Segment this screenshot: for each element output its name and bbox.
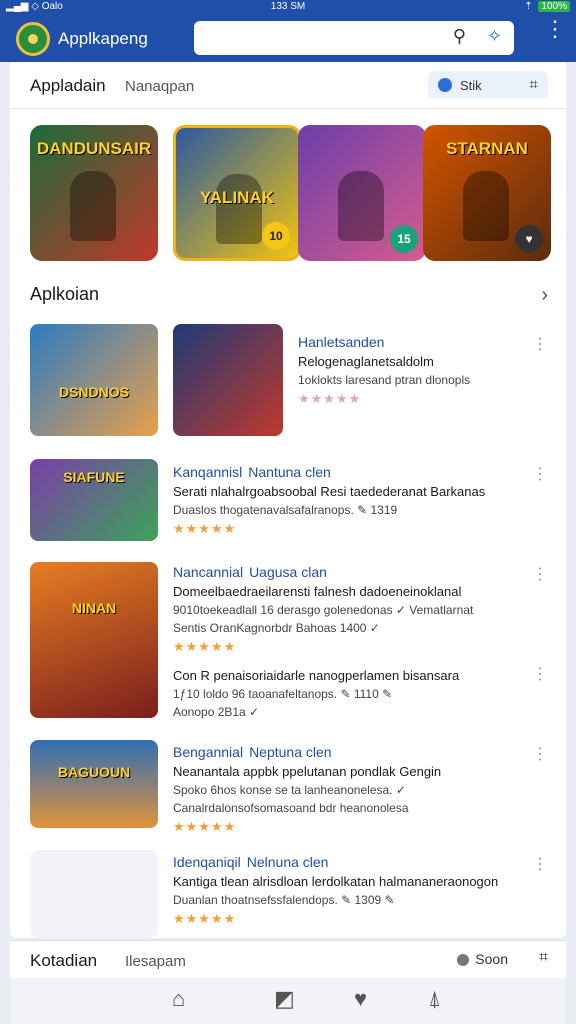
bottom-tab-strip: Kotadian Ilesapam Soon ⌗: [10, 940, 566, 979]
app-title: Nancannial: [173, 564, 244, 580]
rating-stars: ★★★★★: [173, 911, 237, 926]
apps-icon[interactable]: ◩: [274, 986, 295, 1012]
filter-dot-icon: [438, 78, 452, 92]
rating-stars: ★★★★★: [298, 391, 362, 406]
item-menu-icon[interactable]: ⋮: [532, 564, 548, 584]
filter-icon[interactable]: ⌗: [539, 949, 548, 967]
tab-apps[interactable]: Appladain: [30, 76, 106, 96]
app-thumbnail[interactable]: SIAFUNE: [30, 459, 158, 541]
featured-game-3[interactable]: 15: [298, 125, 426, 261]
list-item[interactable]: Bengannial Neptuna clen Neanantala appbk …: [173, 744, 533, 835]
profile-icon[interactable]: ⍋: [428, 986, 441, 1012]
app-thumbnail[interactable]: BAGUOUN: [30, 740, 158, 828]
overflow-menu-icon[interactable]: ⋮: [544, 18, 566, 40]
list-item[interactable]: Hanletsanden Relogenaglanetsaldolm 1oklo…: [298, 334, 538, 407]
app-title: Applkapeng: [58, 29, 148, 48]
item-menu-icon[interactable]: ⋮: [532, 744, 548, 764]
search-input[interactable]: ⚲ ✧: [194, 21, 514, 55]
character-art: [463, 171, 509, 241]
featured-game-1[interactable]: DANDUNSAIR: [30, 125, 158, 261]
bottom-navigation: ⌂ ◩ ♥ ⍋: [10, 978, 566, 1024]
tab-messages[interactable]: Ilesapam: [125, 953, 186, 970]
app-title: Idenqaniqil: [173, 854, 241, 870]
battery-icon: 100%: [538, 1, 570, 12]
developer-name: Neptuna clen: [249, 744, 332, 760]
list-item[interactable]: Con R penaisoriaidarle nanogperlamen bis…: [173, 664, 533, 719]
sort-button[interactable]: Soon: [457, 951, 508, 967]
developer-name: Nantuna clen: [248, 464, 331, 480]
battery-area: ⇡ 100%: [524, 1, 570, 12]
list-item[interactable]: Idenqaniqil Nelnuna clen Kantiga tlean al…: [173, 854, 533, 927]
sort-dot-icon: [457, 954, 470, 966]
tab-categories[interactable]: Kotadian: [30, 951, 97, 971]
home-icon[interactable]: ⌂: [172, 986, 185, 1012]
featured-game-2[interactable]: YALINAK 10: [173, 125, 301, 261]
status-bar: ▂▄▆ ◇ Oalo 133 SM ⇡ 100%: [0, 0, 576, 14]
clock: 133 SM: [270, 1, 306, 12]
item-menu-icon[interactable]: ⋮: [532, 664, 548, 684]
item-menu-icon[interactable]: ⋮: [532, 334, 548, 354]
main-content: Appladain Nanaqpan Stik ⌗ DANDUNSAIR YAL…: [10, 62, 566, 938]
list-item[interactable]: Kanqannisl Nantuna clen Serati nlahalrgoa…: [173, 464, 533, 537]
list-item[interactable]: Nancannial Uagusa clan Domeelbaedraeilare…: [173, 564, 533, 655]
character-art: [70, 171, 116, 241]
item-menu-icon[interactable]: ⋮: [532, 854, 548, 874]
developer-name: Uagusa clan: [249, 564, 327, 580]
favorite-icon[interactable]: ♥: [515, 225, 543, 253]
favorites-icon[interactable]: ♥: [354, 986, 367, 1012]
app-thumbnail[interactable]: DSNDNOS: [30, 324, 158, 436]
character-art: [338, 171, 384, 241]
top-tabs: Appladain Nanaqpan Stik ⌗: [10, 62, 566, 109]
featured-game-4[interactable]: STARNAN ♥: [423, 125, 551, 261]
rating-stars: ★★★★★: [173, 521, 237, 536]
search-icon[interactable]: ⚲: [453, 26, 466, 47]
mic-icon[interactable]: ✧: [487, 26, 502, 47]
rating-stars: ★★★★★: [173, 819, 237, 834]
character-art: [216, 174, 262, 244]
filter-icon: ⌗: [529, 76, 538, 93]
app-title: Bengannial: [173, 744, 244, 760]
app-title: Con R penaisoriaidarle nanogperlamen bis…: [173, 668, 460, 683]
wifi-icon: ⇡: [524, 1, 533, 12]
tab-secondary[interactable]: Nanaqpan: [125, 78, 194, 95]
app-thumbnail[interactable]: [173, 324, 283, 436]
section-title: Aplkoian: [30, 284, 100, 304]
app-thumbnail[interactable]: NINAN: [30, 562, 158, 718]
developer-name: Nelnuna clen: [246, 854, 329, 870]
filter-pill[interactable]: Stik ⌗: [428, 71, 548, 99]
app-title: Kanqannisl: [173, 464, 243, 480]
app-thumbnail[interactable]: [30, 850, 158, 938]
app-title: Hanletsanden: [298, 334, 385, 350]
app-logo: [16, 22, 50, 56]
app-bar: Applkapeng ⚲ ✧ ⋮: [0, 14, 576, 62]
chevron-right-icon[interactable]: ›: [541, 284, 548, 307]
item-menu-icon[interactable]: ⋮: [532, 464, 548, 484]
rating-stars: ★★★★★: [173, 639, 237, 654]
